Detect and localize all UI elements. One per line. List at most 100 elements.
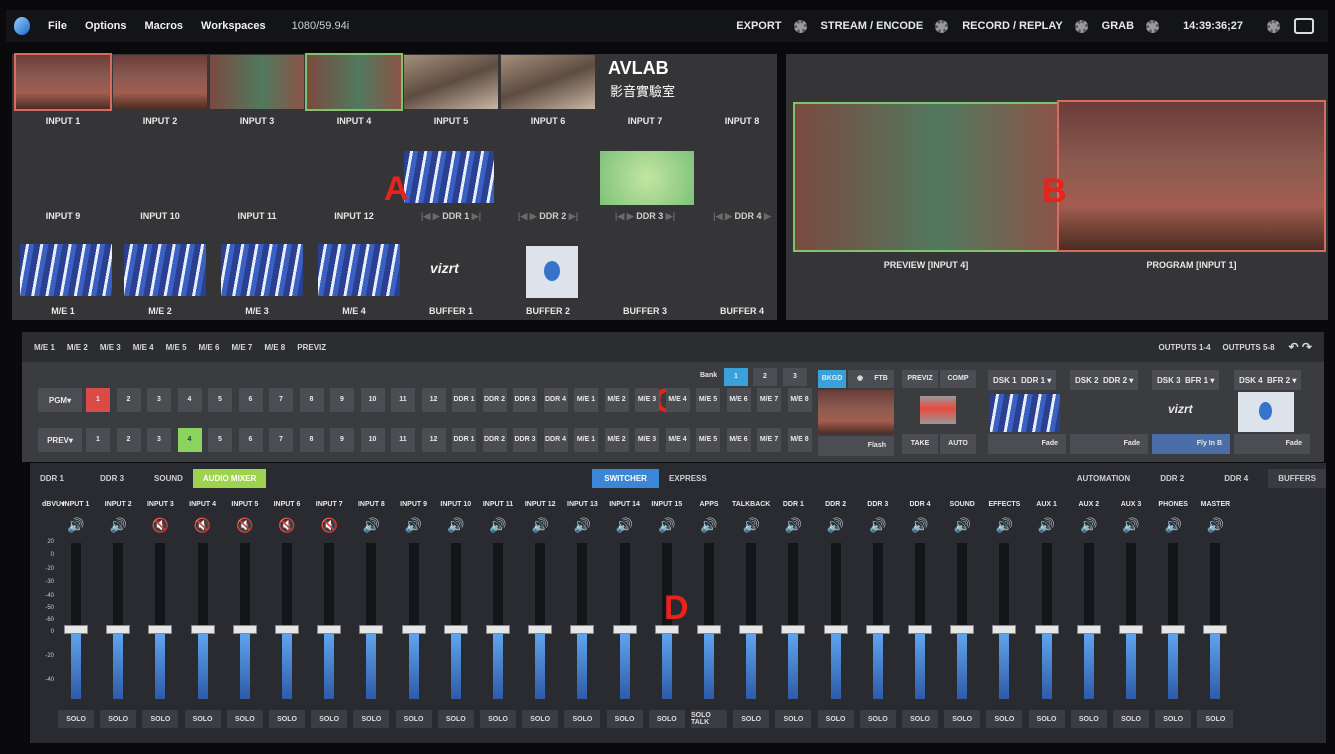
prev-source-button[interactable]: M/E 4	[665, 428, 690, 452]
volume-fader-knob[interactable]	[1034, 625, 1059, 634]
grab-gear-icon[interactable]	[1146, 19, 1160, 33]
speaker-icon[interactable]: 🔊	[900, 517, 940, 534]
speaker-icon[interactable]: 🔊	[605, 517, 645, 534]
tab-me-6[interactable]: M/E 6	[199, 343, 220, 352]
tab-me-2[interactable]: M/E 2	[67, 343, 88, 352]
tab-ddr-3[interactable]: DDR 3	[90, 469, 134, 488]
me-2-thumbnail[interactable]	[124, 244, 206, 296]
record-replay-button[interactable]: RECORD / REPLAY	[962, 20, 1062, 32]
bank-3-button[interactable]: 3	[783, 368, 807, 386]
volume-fader-knob[interactable]	[401, 625, 426, 634]
pgm-row-label[interactable]: PGM ▾	[38, 388, 82, 412]
volume-fader-knob[interactable]	[823, 625, 848, 634]
tab-ddr-2[interactable]: DDR 2	[1150, 469, 1194, 488]
take-button[interactable]: TAKE	[902, 434, 938, 454]
speaker-muted-icon[interactable]: 🔇	[183, 517, 223, 534]
volume-fader-knob[interactable]	[443, 625, 468, 634]
dsk-3-flyin-button[interactable]: Fly In B	[1152, 434, 1230, 454]
volume-fader-knob[interactable]	[570, 625, 595, 634]
tab-switcher[interactable]: SWITCHER	[592, 468, 659, 488]
speaker-icon[interactable]: 🔊	[942, 517, 982, 534]
volume-fader-knob[interactable]	[865, 625, 890, 634]
solo-button[interactable]: SOLO	[606, 710, 643, 728]
auto-button[interactable]: AUTO	[940, 434, 976, 454]
solo-button[interactable]: SOLO	[564, 710, 601, 728]
ftb-button[interactable]: FTB	[868, 370, 894, 388]
bank-2-button[interactable]: 2	[753, 368, 777, 386]
speaker-icon[interactable]: 🔊	[689, 517, 729, 534]
pgm-source-button[interactable]: 1	[86, 388, 110, 412]
solo-button[interactable]: SOLO	[902, 710, 938, 728]
solo-button[interactable]: SOLO	[648, 710, 685, 728]
volume-fader-knob[interactable]	[148, 625, 173, 634]
dsk-2-selector[interactable]: DSK 2 DDR 2 ▾	[1070, 370, 1139, 390]
ddr-3-thumbnail[interactable]	[600, 151, 694, 205]
volume-fader-knob[interactable]	[781, 625, 806, 634]
volume-fader-knob[interactable]	[528, 625, 553, 634]
bank-1-button[interactable]: 1	[724, 368, 748, 386]
prev-source-button[interactable]: M/E 5	[696, 428, 720, 452]
buffer-2-thumbnail[interactable]	[526, 246, 578, 298]
dsk-1-fade-button[interactable]: Fade	[988, 434, 1066, 454]
speaker-icon[interactable]: 🔊	[98, 517, 138, 534]
prev-source-button[interactable]: 12	[421, 428, 446, 452]
solo-button[interactable]: SOLO	[944, 710, 981, 728]
solo-button[interactable]: SOLO TALK	[691, 710, 727, 728]
solo-button[interactable]: SOLO	[142, 710, 179, 728]
speaker-icon[interactable]: 🔊	[351, 517, 391, 534]
prev-source-button[interactable]: 4	[177, 428, 202, 452]
pgm-source-button[interactable]: 12	[421, 388, 446, 412]
tab-ddr-1[interactable]: DDR 1	[30, 469, 74, 488]
flash-button[interactable]: Flash	[818, 436, 894, 456]
settings-gear-icon[interactable]	[1267, 19, 1280, 33]
pgm-source-button[interactable]: M/E 2	[604, 388, 629, 412]
speaker-icon[interactable]: 🔊	[394, 517, 434, 534]
pgm-source-button[interactable]: 11	[391, 388, 415, 412]
solo-button[interactable]: SOLO	[1028, 710, 1065, 728]
solo-button[interactable]: SOLO	[1155, 710, 1192, 728]
prev-source-button[interactable]: 1	[86, 428, 110, 452]
speaker-muted-icon[interactable]: 🔇	[225, 517, 265, 534]
menu-file[interactable]: File	[48, 20, 67, 32]
pgm-source-button[interactable]: 8	[299, 388, 324, 412]
speaker-icon[interactable]: 🔊	[1111, 517, 1151, 534]
previz-button[interactable]: PREVIZ	[902, 370, 938, 388]
tbar-slider[interactable]	[920, 396, 956, 424]
pgm-source-button[interactable]: M/E 6	[726, 388, 751, 412]
pgm-source-button[interactable]: M/E 5	[696, 388, 720, 412]
dsk-4-fade-button[interactable]: Fade	[1234, 434, 1310, 454]
outputs-5-8-button[interactable]: OUTPUTS 5-8	[1223, 343, 1275, 352]
pgm-source-button[interactable]: M/E 7	[757, 388, 781, 412]
tab-me-4[interactable]: M/E 4	[133, 343, 154, 352]
program-video[interactable]	[1057, 100, 1326, 252]
prev-source-button[interactable]: DDR 3	[513, 428, 537, 452]
pgm-source-button[interactable]: 2	[116, 388, 141, 412]
solo-button[interactable]: SOLO	[269, 710, 305, 728]
pgm-source-button[interactable]: 5	[208, 388, 232, 412]
dsk-2-fade-button[interactable]: Fade	[1070, 434, 1148, 454]
tab-audio-mixer[interactable]: AUDIO MIXER	[192, 468, 267, 488]
prev-source-button[interactable]: DDR 4	[543, 428, 568, 452]
solo-button[interactable]: SOLO	[184, 710, 221, 728]
pgm-source-button[interactable]: M/E 3	[635, 388, 659, 412]
dsk-1-selector[interactable]: DSK 1 DDR 1 ▾	[988, 370, 1057, 390]
tab-sound[interactable]: SOUND	[144, 469, 193, 488]
pgm-source-button[interactable]: M/E 4	[665, 388, 690, 412]
input-5-thumbnail[interactable]	[404, 55, 498, 109]
pgm-source-button[interactable]: DDR 4	[543, 388, 568, 412]
volume-fader-knob[interactable]	[908, 625, 932, 634]
speaker-icon[interactable]: 🔊	[1153, 517, 1193, 534]
volume-fader-knob[interactable]	[612, 625, 637, 634]
prev-source-button[interactable]: 6	[238, 428, 263, 452]
dsk-4-selector[interactable]: DSK 4 BFR 2 ▾	[1234, 370, 1302, 390]
volume-fader-knob[interactable]	[359, 625, 384, 634]
grab-button[interactable]: GRAB	[1102, 20, 1134, 32]
prev-source-button[interactable]: M/E 6	[726, 428, 751, 452]
speaker-icon[interactable]: 🔊	[984, 517, 1024, 534]
dsk-3-selector[interactable]: DSK 3 BFR 1 ▾	[1152, 370, 1220, 390]
tab-me-8[interactable]: M/E 8	[264, 343, 285, 352]
pgm-source-button[interactable]: M/E 1	[574, 388, 598, 412]
volume-fader-knob[interactable]	[992, 625, 1017, 634]
me-3-thumbnail[interactable]	[221, 244, 303, 296]
volume-fader-knob[interactable]	[486, 625, 510, 634]
